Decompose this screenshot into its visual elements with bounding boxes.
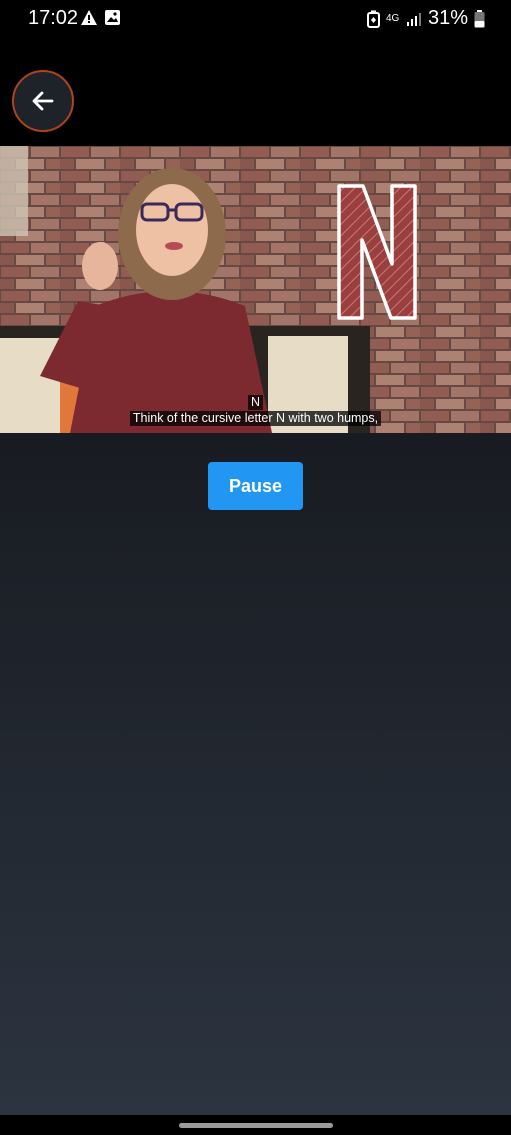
nav-bar	[0, 1115, 511, 1135]
network-4g-icon: 4G	[385, 13, 400, 24]
warning-icon	[81, 10, 97, 25]
caption-top-text: N	[247, 395, 264, 410]
arrow-left-icon	[32, 91, 54, 111]
signal-icon	[406, 12, 421, 26]
caption-bottom: Think of the cursive letter N with two h…	[0, 411, 511, 426]
battery-percentage: 31%	[427, 7, 468, 29]
video-frame	[0, 146, 511, 433]
battery-saver-icon	[366, 10, 380, 28]
caption-bottom-text: Think of the cursive letter N with two h…	[129, 411, 382, 426]
back-button[interactable]	[12, 70, 74, 132]
notification-icons	[80, 9, 121, 27]
caption-top: N	[0, 395, 511, 410]
pause-button[interactable]: Pause	[208, 462, 303, 510]
status-right: 4G 31%	[366, 7, 485, 30]
main-content: Pause	[0, 433, 511, 1115]
home-indicator[interactable]	[179, 1123, 333, 1128]
status-bar: 17:02 4G 31%	[0, 0, 511, 40]
image-icon	[105, 10, 120, 25]
video-player[interactable]: N Think of the cursive letter N with two…	[0, 146, 511, 433]
battery-icon	[474, 9, 485, 27]
status-time: 17:02	[28, 7, 79, 29]
app-header	[0, 40, 511, 146]
